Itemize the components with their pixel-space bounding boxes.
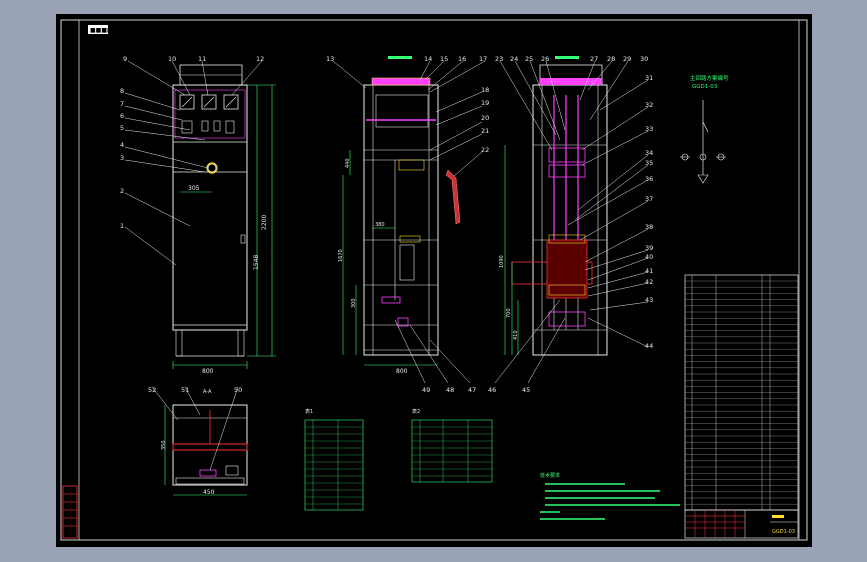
callout-21: 21: [481, 127, 489, 135]
callout-39: 39: [645, 244, 653, 252]
callout-48: 48: [446, 386, 454, 394]
callout-20: 20: [481, 114, 489, 122]
callout-44: 44: [645, 342, 653, 350]
dim-front-height-b: 1548: [253, 255, 260, 270]
callout-52: 52: [148, 386, 156, 394]
table-1-title: 表1: [305, 408, 313, 415]
callout-47: 47: [468, 386, 476, 394]
dim-side-width: 800: [396, 368, 408, 375]
callout-16: 16: [458, 55, 466, 63]
dim-front-width: 800: [202, 368, 214, 375]
callout-30: 30: [640, 55, 648, 63]
schematic-title-1: 主回路方案编号: [690, 74, 729, 82]
callout-11: 11: [198, 55, 206, 63]
callout-37: 37: [645, 195, 653, 203]
dim-rear-h1: 1090: [499, 255, 505, 268]
title-block-label: GGD1-03: [772, 529, 795, 535]
dim-rear-h3: 410: [513, 330, 519, 340]
callout-28: 28: [607, 55, 615, 63]
callout-1: 1: [120, 222, 124, 230]
callout-43: 43: [645, 296, 653, 304]
callout-51: 51: [181, 386, 189, 394]
cad-drawing: ■■■■■ 800 305 2200 1548 800 440 1670 380…: [56, 14, 812, 547]
callout-6: 6: [120, 112, 124, 120]
callout-14: 14: [424, 55, 432, 63]
callout-26: 26: [541, 55, 549, 63]
table-2-title: 表2: [412, 408, 420, 415]
callout-42: 42: [645, 278, 653, 286]
callout-40: 40: [645, 253, 653, 261]
callout-17: 17: [479, 55, 487, 63]
callout-38: 38: [645, 223, 653, 231]
callout-13: 13: [326, 55, 334, 63]
dim-side-h3: 380: [375, 222, 385, 228]
callout-2: 2: [120, 187, 124, 195]
callout-24: 24: [510, 55, 518, 63]
callout-33: 33: [645, 125, 653, 133]
callout-12: 12: [256, 55, 264, 63]
callout-45: 45: [522, 386, 530, 394]
tech-notes-title: 技术要求: [540, 472, 560, 479]
schematic-title-2: GGD1-03: [692, 84, 718, 90]
dim-top-depth: 350: [161, 440, 167, 450]
callout-19: 19: [481, 99, 489, 107]
dim-side-h1: 440: [345, 158, 351, 168]
callout-50: 50: [234, 386, 242, 394]
callout-49: 49: [422, 386, 430, 394]
header-tag: ■■■■■: [90, 27, 119, 34]
callout-22: 22: [481, 146, 489, 154]
callout-7: 7: [120, 100, 124, 108]
callout-9: 9: [123, 55, 127, 63]
dim-top-width: 450: [203, 489, 215, 496]
callout-29: 29: [623, 55, 631, 63]
top-view-label: A-A: [203, 389, 212, 395]
callout-46: 46: [488, 386, 496, 394]
callout-35: 35: [645, 159, 653, 167]
callout-27: 27: [590, 55, 598, 63]
callout-5: 5: [120, 124, 124, 132]
dim-side-h4: 300: [351, 298, 357, 308]
dim-front-height-a: 2200: [261, 215, 268, 230]
callout-34: 34: [645, 149, 653, 157]
callout-31: 31: [645, 74, 653, 82]
callout-18: 18: [481, 86, 489, 94]
callout-8: 8: [120, 87, 124, 95]
callout-4: 4: [120, 141, 124, 149]
callout-25: 25: [525, 55, 533, 63]
dim-rear-h2: 700: [506, 308, 512, 318]
callout-36: 36: [645, 175, 653, 183]
callout-23: 23: [495, 55, 503, 63]
callout-41: 41: [645, 267, 653, 275]
dim-side-h2: 1670: [338, 249, 344, 262]
callout-15: 15: [440, 55, 448, 63]
dim-front-inner: 305: [188, 185, 200, 192]
callout-32: 32: [645, 101, 653, 109]
callout-3: 3: [120, 154, 124, 162]
callout-10: 10: [168, 55, 176, 63]
